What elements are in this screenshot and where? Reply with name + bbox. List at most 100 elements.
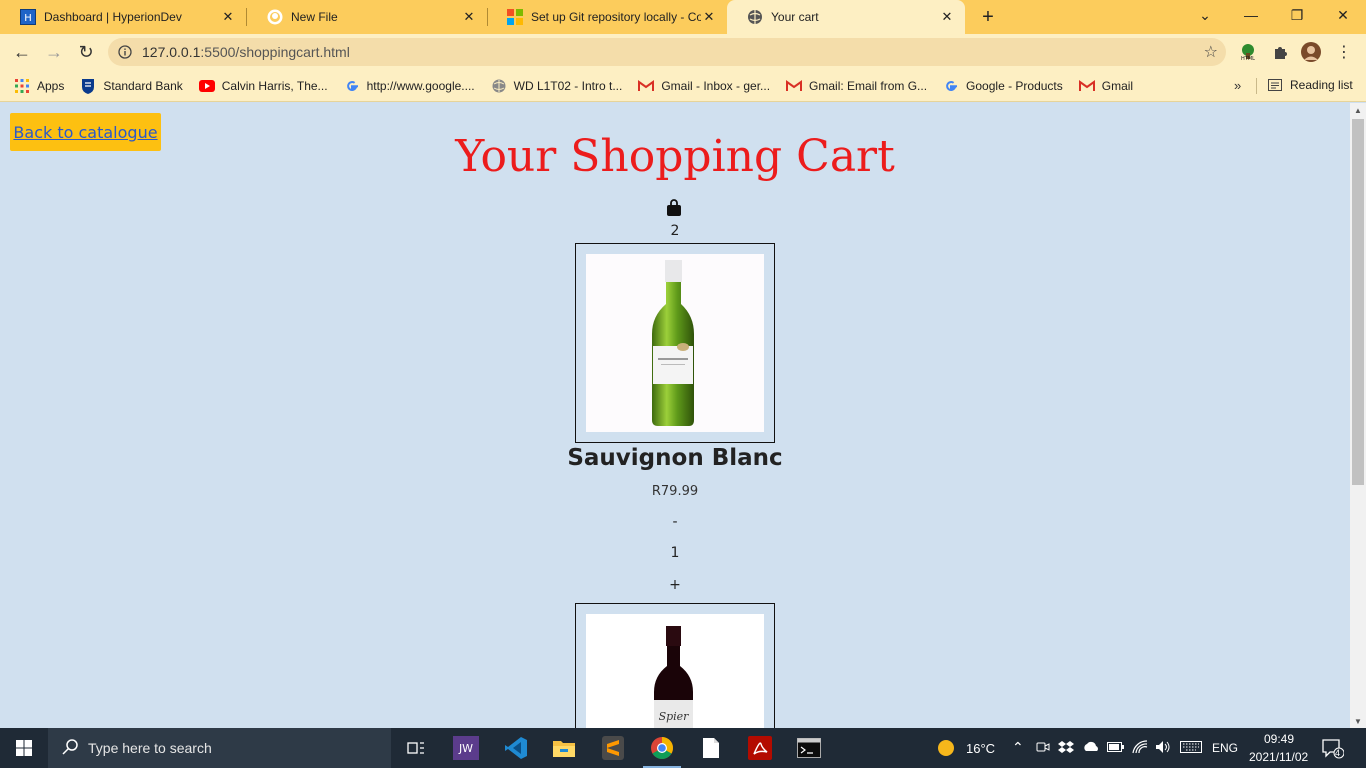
more-bookmarks-icon[interactable]: » (1234, 78, 1241, 93)
url-text: 127.0.0.1:5500/shoppingcart.html (142, 44, 350, 60)
tab-git-setup[interactable]: Set up Git repository locally - Co ✕ (487, 0, 727, 34)
product-price: R79.99 (651, 484, 699, 499)
increase-quantity-button[interactable]: + (0, 577, 1350, 593)
bookmark-gmail-inbox[interactable]: Gmail - Inbox - ger... (638, 78, 770, 94)
scrollbar-thumb[interactable] (1352, 119, 1364, 485)
jw-app-icon[interactable]: JW (443, 728, 489, 768)
chrome-icon[interactable] (639, 728, 685, 768)
notepad-icon[interactable] (688, 728, 734, 768)
search-icon (62, 738, 78, 758)
reload-icon[interactable]: ↻ (72, 38, 100, 66)
search-placeholder: Type here to search (88, 740, 212, 756)
html-extension-icon[interactable]: HTML (1238, 42, 1258, 62)
close-window-button[interactable]: ✕ (1320, 0, 1366, 30)
svg-text:H: H (24, 13, 32, 24)
reading-list-icon (1268, 79, 1282, 91)
input-language[interactable]: ENG (1212, 741, 1238, 755)
bookmark-gmail[interactable]: Gmail (1078, 78, 1134, 94)
gmail-icon (638, 78, 655, 94)
tab-your-cart[interactable]: Your cart ✕ (727, 0, 965, 34)
close-icon[interactable]: ✕ (461, 9, 477, 25)
decrease-quantity-button[interactable]: - (0, 514, 1350, 530)
wifi-icon[interactable] (1132, 740, 1148, 757)
tab-title: New File (291, 10, 338, 24)
github-icon (267, 9, 283, 25)
windows-start-button[interactable] (0, 728, 48, 768)
menu-kebab-icon[interactable]: ⋮ (1334, 42, 1354, 62)
tab-new-file[interactable]: New File ✕ (247, 0, 487, 34)
bookmark-label: http://www.google.... (366, 78, 475, 93)
bookmark-wd-l1t02[interactable]: WD L1T02 - Intro t... (491, 78, 623, 94)
weather-temperature[interactable]: 16°C (966, 741, 995, 756)
info-icon[interactable] (108, 45, 142, 59)
scroll-down-arrow-icon[interactable]: ▼ (1350, 714, 1366, 728)
bookmarks-bar: Apps Standard Bank Calvin Harris, The...… (0, 70, 1366, 102)
keyboard-icon[interactable] (1180, 741, 1202, 756)
close-icon[interactable]: ✕ (220, 9, 236, 25)
url-path: :5500/shoppingcart.html (200, 44, 350, 60)
close-icon[interactable]: ✕ (701, 9, 717, 25)
bookmark-label: Gmail: Email from G... (809, 78, 928, 93)
profile-avatar[interactable] (1301, 42, 1321, 62)
bookmark-label: Gmail (1101, 78, 1134, 93)
bookmark-divider (1256, 78, 1257, 94)
product-image (586, 254, 764, 432)
youtube-icon (198, 78, 215, 94)
weather-sun-icon[interactable] (926, 728, 966, 768)
browser-toolbar: ← → ↻ 127.0.0.1:5500/shoppingcart.html ☆… (0, 34, 1366, 70)
sublime-text-icon[interactable] (590, 728, 636, 768)
terminal-icon[interactable] (786, 728, 832, 768)
bookmark-apps[interactable]: Apps (14, 78, 64, 94)
reading-list-button[interactable]: Reading list (1268, 78, 1353, 92)
task-view-icon[interactable] (393, 728, 439, 768)
forward-arrow-icon[interactable]: → (40, 38, 68, 66)
tray-chevron-up-icon[interactable]: ⌃ (1012, 739, 1024, 756)
meet-now-icon[interactable] (1036, 740, 1050, 757)
gmail-icon (1078, 78, 1095, 94)
file-explorer-icon[interactable] (541, 728, 587, 768)
bookmark-standard-bank[interactable]: Standard Bank (80, 78, 183, 94)
extensions-puzzle-icon[interactable] (1270, 42, 1290, 62)
product-image: Spier (586, 614, 764, 728)
url-host: 127.0.0.1 (142, 44, 201, 60)
bookmark-label: Calvin Harris, The... (221, 78, 328, 93)
quantity-value: 1 (670, 545, 680, 561)
white-wine-bottle-image (652, 260, 694, 426)
bookmark-label: Apps (37, 78, 65, 93)
battery-icon[interactable] (1107, 741, 1125, 755)
tab-hyperiondev[interactable]: H Dashboard | HyperionDev ✕ (0, 0, 246, 34)
reading-list-label: Reading list (1290, 78, 1353, 92)
tab-title: Dashboard | HyperionDev (44, 10, 182, 24)
product-name: Sauvignon Blanc (567, 445, 783, 471)
scroll-up-arrow-icon[interactable]: ▲ (1350, 103, 1366, 117)
bookmark-star-icon[interactable]: ☆ (1204, 42, 1218, 62)
apps-grid-icon (14, 78, 30, 94)
taskbar-search-input[interactable]: Type here to search (48, 728, 391, 768)
page-title: Your Shopping Cart (455, 131, 895, 182)
restore-button[interactable]: ❐ (1274, 0, 1320, 30)
clock-date[interactable]: 2021/11/02 (1249, 750, 1308, 764)
acrobat-icon[interactable] (737, 728, 783, 768)
notifications-icon[interactable] (1322, 739, 1345, 762)
bookmark-label: WD L1T02 - Intro t... (513, 78, 623, 93)
vscode-icon[interactable] (493, 728, 539, 768)
new-tab-button[interactable]: + (976, 5, 1000, 29)
bookmark-calvin-harris[interactable]: Calvin Harris, The... (198, 78, 328, 94)
clock-time[interactable]: 09:49 (1264, 732, 1294, 746)
tab-search-icon[interactable]: ⌄ (1182, 0, 1228, 30)
bookmark-label: Standard Bank (103, 78, 183, 93)
hyperiondev-icon: H (20, 9, 36, 25)
minimize-button[interactable]: — (1228, 0, 1274, 30)
windows-taskbar: Type here to search JW 16°C ⌃ ENG 09:49 … (0, 728, 1366, 768)
bookmark-gmail-email[interactable]: Gmail: Email from G... (786, 78, 927, 94)
bookmark-google-url[interactable]: http://www.google.... (344, 78, 475, 94)
volume-icon[interactable] (1155, 740, 1171, 757)
back-arrow-icon[interactable]: ← (8, 38, 36, 66)
globe-icon (747, 9, 763, 25)
bookmark-google-products[interactable]: Google - Products (943, 78, 1063, 94)
address-bar[interactable]: 127.0.0.1:5500/shoppingcart.html ☆ (108, 38, 1226, 66)
close-icon[interactable]: ✕ (939, 9, 955, 25)
dropbox-icon[interactable] (1058, 740, 1074, 757)
page-scrollbar[interactable]: ▲ ▼ (1350, 103, 1366, 728)
onedrive-cloud-icon[interactable] (1082, 740, 1100, 755)
